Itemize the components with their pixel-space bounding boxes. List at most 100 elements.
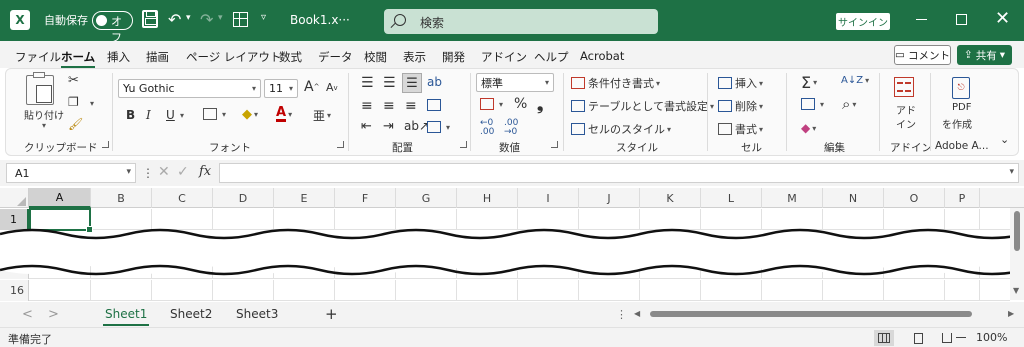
page-layout-view-button[interactable] bbox=[908, 330, 928, 346]
vertical-scroll-thumb[interactable] bbox=[1014, 211, 1020, 251]
conditional-format-button[interactable]: 条件付き書式 ▾ bbox=[571, 75, 660, 91]
underline-dropdown-icon[interactable]: ▾ bbox=[180, 111, 184, 120]
increase-decimal-icon[interactable]: ←0.00 bbox=[480, 119, 494, 137]
find-icon[interactable]: ⌕ ▾ bbox=[842, 95, 856, 113]
tab-draw[interactable]: 描画 bbox=[146, 49, 169, 65]
tab-formulas[interactable]: 数式 bbox=[279, 49, 302, 65]
underline-button[interactable]: U bbox=[166, 108, 175, 122]
zoom-out-icon[interactable] bbox=[956, 337, 966, 338]
addins-label-line2[interactable]: イン bbox=[896, 116, 916, 131]
zoom-level[interactable]: 100% bbox=[976, 331, 1007, 344]
vertical-scrollbar[interactable]: ▼ bbox=[1010, 208, 1024, 300]
align-middle-icon[interactable]: ☰ bbox=[383, 75, 396, 91]
collapse-ribbon-icon[interactable]: ⌄ bbox=[1000, 133, 1009, 146]
column-header-d[interactable]: D bbox=[213, 188, 274, 208]
font-launcher-icon[interactable] bbox=[337, 141, 344, 148]
tab-acrobat[interactable]: Acrobat bbox=[580, 49, 624, 63]
phonetic-button[interactable]: 亜 ▾ bbox=[313, 107, 331, 124]
paste-icon[interactable] bbox=[26, 72, 54, 105]
comment-button[interactable]: ▭ コメント bbox=[894, 45, 951, 65]
name-box[interactable]: A1 ▾ bbox=[6, 163, 136, 183]
column-header-p[interactable]: P bbox=[945, 188, 980, 208]
decrease-indent-icon[interactable]: ⇤ bbox=[361, 119, 372, 134]
column-header-k[interactable]: K bbox=[640, 188, 701, 208]
column-header-e[interactable]: E bbox=[274, 188, 335, 208]
sort-icon[interactable]: A↓Z ▾ bbox=[841, 75, 869, 86]
insert-function-button[interactable]: fx bbox=[199, 164, 211, 179]
addins-icon[interactable] bbox=[894, 77, 914, 97]
file-name[interactable]: Book1.x··· bbox=[290, 13, 350, 27]
tab-home[interactable]: ホーム bbox=[61, 49, 96, 68]
column-header-l[interactable]: L bbox=[701, 188, 762, 208]
format-table-button[interactable]: テーブルとして書式設定 ▾ bbox=[571, 98, 714, 114]
align-top-icon[interactable]: ☰ bbox=[361, 75, 374, 91]
autosave-toggle[interactable]: オフ bbox=[92, 11, 133, 44]
bold-button[interactable]: B bbox=[126, 108, 135, 122]
borders-button[interactable]: ▾ bbox=[203, 108, 226, 120]
signin-button[interactable]: サインイン bbox=[836, 13, 890, 30]
font-color-button[interactable]: A ▾ bbox=[276, 106, 292, 122]
table-icon[interactable] bbox=[233, 12, 248, 27]
percent-button[interactable]: % bbox=[514, 96, 527, 112]
decrease-decimal-icon[interactable]: .00 →0 bbox=[504, 119, 518, 137]
number-format-combo[interactable]: 標準 ▾ bbox=[476, 73, 554, 92]
scroll-down-icon[interactable]: ▼ bbox=[1013, 286, 1019, 295]
horizontal-scrollbar[interactable] bbox=[644, 311, 1002, 318]
column-header-c[interactable]: C bbox=[152, 188, 213, 208]
column-header-h[interactable]: H bbox=[457, 188, 518, 208]
cut-icon[interactable]: ✂ bbox=[68, 73, 79, 88]
formula-bar-handle[interactable]: ⋮ bbox=[142, 166, 154, 180]
column-header-g[interactable]: G bbox=[396, 188, 457, 208]
sheet-next-icon[interactable]: > bbox=[48, 307, 59, 322]
orientation-icon[interactable]: ab bbox=[427, 75, 442, 89]
alignment-launcher-icon[interactable] bbox=[460, 141, 467, 148]
tab-review[interactable]: 校閲 bbox=[364, 49, 387, 65]
scroll-left-icon[interactable]: ◀ bbox=[634, 309, 640, 318]
currency-button[interactable]: ▾ bbox=[480, 98, 503, 110]
grow-font-button[interactable]: A ^ bbox=[304, 79, 319, 95]
column-header-i[interactable]: I bbox=[518, 188, 579, 208]
clear-icon[interactable]: ◆ ▾ bbox=[801, 121, 816, 135]
column-header-f[interactable]: F bbox=[335, 188, 396, 208]
increase-indent-icon[interactable]: ⇥ bbox=[383, 119, 394, 134]
sum-icon[interactable]: Σ ▾ bbox=[801, 73, 817, 92]
paste-label[interactable]: 貼り付け bbox=[24, 107, 64, 122]
sheet-tab-1[interactable]: Sheet1 bbox=[102, 307, 150, 326]
font-name-combo[interactable]: Yu Gothic ▾ bbox=[118, 79, 261, 98]
rotate-text-icon[interactable]: ab↗ bbox=[404, 119, 429, 133]
add-sheet-button[interactable]: + bbox=[325, 305, 338, 323]
tab-page-layout[interactable]: ページ レイアウト bbox=[186, 49, 281, 65]
addins-label-line1[interactable]: アド bbox=[896, 102, 916, 117]
sheet-prev-icon[interactable]: < bbox=[22, 307, 33, 322]
tab-view[interactable]: 表示 bbox=[403, 49, 426, 65]
tab-split-handle[interactable]: ⋮ bbox=[616, 308, 627, 321]
column-header-a[interactable]: A bbox=[29, 188, 91, 208]
font-size-combo[interactable]: 11 ▾ bbox=[264, 79, 298, 98]
minimize-icon[interactable] bbox=[916, 19, 927, 20]
copy-dropdown-icon[interactable]: ▾ bbox=[90, 99, 94, 108]
align-bottom-icon[interactable]: ☰ bbox=[402, 73, 422, 93]
normal-view-button[interactable] bbox=[874, 330, 894, 346]
share-button[interactable]: ⇪ 共有 ▾ bbox=[957, 45, 1012, 65]
insert-cells-button[interactable]: 挿入 ▾ bbox=[718, 75, 763, 91]
clipboard-launcher-icon[interactable] bbox=[102, 141, 109, 148]
close-icon[interactable]: ✕ bbox=[995, 8, 1010, 29]
align-right-icon[interactable]: ≡ bbox=[405, 98, 417, 114]
format-painter-icon[interactable]: 🖌 bbox=[68, 117, 83, 131]
merge-center-icon[interactable]: ▾ bbox=[427, 121, 450, 133]
maximize-icon[interactable] bbox=[956, 14, 967, 25]
align-center-icon[interactable]: ≡ bbox=[383, 98, 395, 114]
sheet-tab-2[interactable]: Sheet2 bbox=[170, 307, 212, 321]
redo-dropdown-icon[interactable]: ▾ bbox=[218, 13, 223, 23]
comma-button[interactable]: ❟ bbox=[537, 95, 543, 115]
customize-qat-icon[interactable]: ▿ bbox=[261, 12, 266, 23]
undo-icon[interactable]: ↶ bbox=[168, 10, 181, 29]
save-icon[interactable] bbox=[142, 10, 158, 28]
select-all-button[interactable] bbox=[0, 188, 29, 208]
fill-icon[interactable]: ▾ bbox=[801, 98, 824, 110]
pdf-label-line1[interactable]: PDF bbox=[952, 102, 971, 113]
cancel-icon[interactable]: ✕ bbox=[158, 164, 170, 180]
italic-button[interactable]: I bbox=[146, 108, 151, 122]
cell-styles-button[interactable]: セルのスタイル ▾ bbox=[571, 121, 671, 137]
delete-cells-button[interactable]: 削除 ▾ bbox=[718, 98, 763, 114]
